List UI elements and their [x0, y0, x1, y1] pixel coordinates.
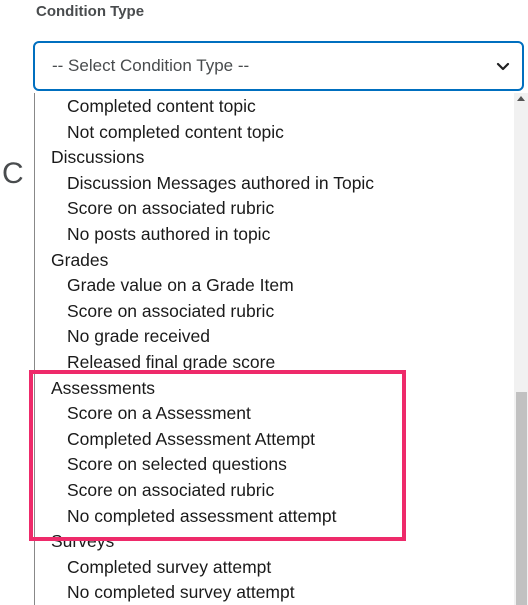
- condition-type-select[interactable]: -- Select Condition Type --: [33, 41, 524, 91]
- option-item[interactable]: Completed survey attempt: [35, 555, 513, 581]
- select-current-value: -- Select Condition Type --: [52, 56, 250, 75]
- scroll-thumb[interactable]: [516, 392, 527, 605]
- chevron-down-icon: [496, 62, 510, 71]
- option-group-header: Discussions: [51, 147, 145, 168]
- dropdown-scrollbar[interactable]: [514, 93, 528, 605]
- scroll-up-arrow-icon[interactable]: [517, 96, 525, 101]
- option-item[interactable]: Grade value on a Grade Item: [35, 273, 513, 299]
- option-item[interactable]: Not completed content topic: [35, 120, 513, 146]
- option-item[interactable]: Score on associated rubric: [35, 299, 513, 325]
- option-item[interactable]: No grade received: [35, 324, 513, 350]
- assessments-highlight-box: [29, 370, 406, 541]
- option-item[interactable]: Discussion Messages authored in Topic: [35, 171, 513, 197]
- obscured-heading-fragment: C: [2, 157, 24, 190]
- option-group-header: Grades: [51, 249, 109, 270]
- option-item[interactable]: No posts authored in topic: [35, 222, 513, 248]
- condition-type-label: Condition Type: [36, 3, 145, 20]
- option-item[interactable]: Score on associated rubric: [35, 196, 513, 222]
- option-item[interactable]: No completed survey attempt: [35, 580, 513, 605]
- option-item[interactable]: Completed content topic: [35, 94, 513, 120]
